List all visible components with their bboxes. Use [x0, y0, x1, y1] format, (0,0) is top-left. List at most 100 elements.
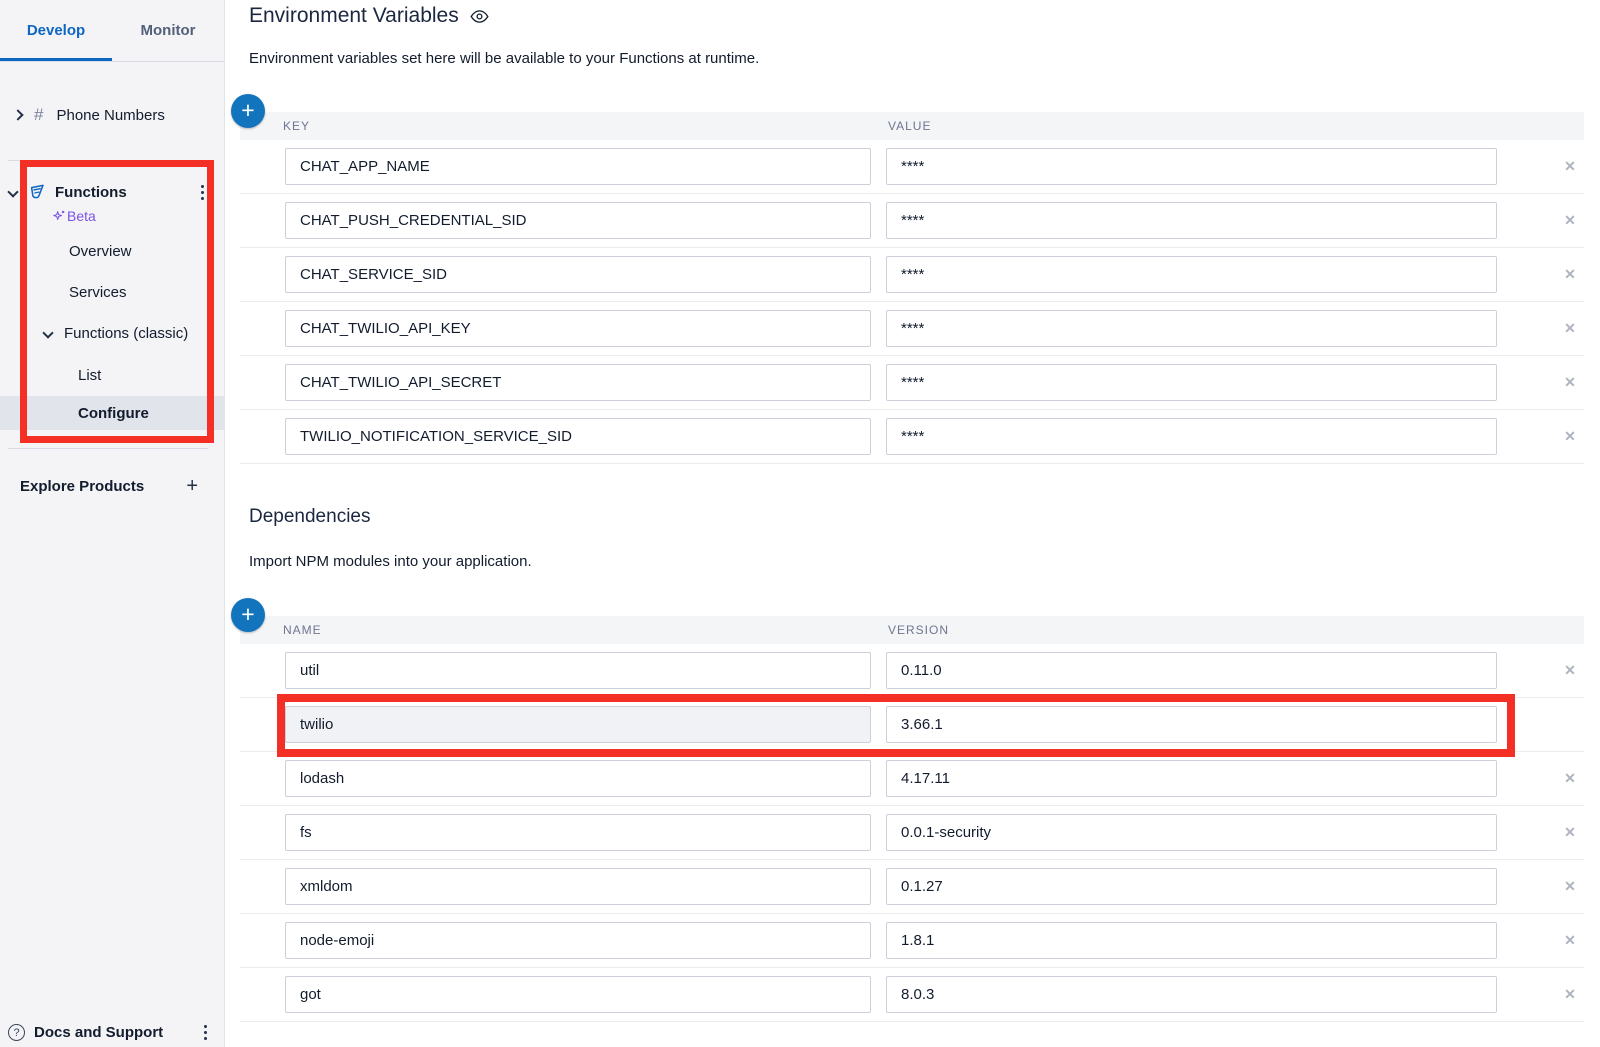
sidebar-item-docs-support[interactable]: ? Docs and Support	[0, 1018, 224, 1047]
kebab-menu-icon[interactable]	[200, 1021, 211, 1044]
deps-row-close-5[interactable]: ✕	[1556, 927, 1584, 955]
dep-version-input-3[interactable]	[886, 814, 1497, 851]
deps-table-header: NAME VERSION	[240, 616, 1584, 644]
env-title-text: Environment Variables	[249, 4, 459, 28]
deps-row-close-6[interactable]: ✕	[1556, 981, 1584, 1009]
env-value-input-2[interactable]	[886, 256, 1497, 293]
dep-version-input-1[interactable]	[886, 706, 1497, 743]
sidebar-item-configure[interactable]: Configure	[0, 396, 225, 430]
deps-row: ✕	[240, 752, 1584, 806]
sidebar-item-overview[interactable]: Overview	[0, 238, 224, 264]
dep-version-input-6[interactable]	[886, 976, 1497, 1013]
env-key-input-0[interactable]	[285, 148, 871, 185]
sidebar-item-label: Docs and Support	[34, 1024, 163, 1041]
env-row: ✕	[240, 410, 1584, 464]
env-row: ✕	[240, 140, 1584, 194]
env-value-input-3[interactable]	[886, 310, 1497, 347]
sidebar-item-label: Phone Numbers	[56, 107, 164, 124]
sidebar-divider	[8, 448, 208, 449]
explore-products-add-icon[interactable]: +	[186, 476, 198, 496]
chevron-right-icon	[12, 109, 23, 120]
dep-name-input-0[interactable]	[285, 652, 871, 689]
env-row-close-0[interactable]: ✕	[1556, 153, 1584, 181]
dep-name-input-2[interactable]	[285, 760, 871, 797]
dep-version-input-4[interactable]	[886, 868, 1497, 905]
explore-products[interactable]: Explore Products +	[0, 472, 224, 500]
chevron-down-icon	[7, 186, 18, 197]
env-key-input-2[interactable]	[285, 256, 871, 293]
env-row-close-1[interactable]: ✕	[1556, 207, 1584, 235]
env-key-input-4[interactable]	[285, 364, 871, 401]
sidebar-item-functions[interactable]: Functions	[0, 178, 224, 206]
env-value-input-5[interactable]	[886, 418, 1497, 455]
dep-version-input-0[interactable]	[886, 652, 1497, 689]
sidebar-item-list[interactable]: List	[0, 362, 224, 388]
explore-products-label: Explore Products	[20, 478, 144, 495]
env-key-input-5[interactable]	[285, 418, 871, 455]
env-table-header: KEY VALUE	[240, 112, 1584, 140]
sidebar-item-label: Functions (classic)	[64, 325, 188, 342]
env-add-button[interactable]: +	[231, 94, 265, 128]
main-content: Environment Variables Environment variab…	[226, 0, 1600, 1047]
env-value-input-4[interactable]	[886, 364, 1497, 401]
env-section-title: Environment Variables	[249, 4, 490, 28]
sidebar-item-label: Services	[69, 284, 127, 301]
env-table: + KEY VALUE ✕ ✕ ✕ ✕ ✕	[240, 112, 1584, 464]
env-col-value: VALUE	[888, 119, 931, 133]
functions-beta-badge: Beta	[0, 206, 224, 226]
deps-title-text: Dependencies	[249, 506, 370, 528]
tab-develop[interactable]: Develop	[0, 0, 112, 61]
env-row: ✕	[240, 302, 1584, 356]
sidebar-item-label: List	[78, 367, 101, 384]
env-row: ✕	[240, 248, 1584, 302]
dep-version-input-5[interactable]	[886, 922, 1497, 959]
env-key-input-1[interactable]	[285, 202, 871, 239]
deps-table: + NAME VERSION ✕ ✕ ✕ ✕	[240, 616, 1584, 1022]
deps-row-close-3[interactable]: ✕	[1556, 819, 1584, 847]
env-col-key: KEY	[283, 119, 310, 133]
env-row-close-4[interactable]: ✕	[1556, 369, 1584, 397]
kebab-menu-icon[interactable]	[197, 181, 208, 204]
eye-icon	[469, 6, 490, 27]
deps-row-close-0[interactable]: ✕	[1556, 657, 1584, 685]
env-row-close-3[interactable]: ✕	[1556, 315, 1584, 343]
env-value-input-0[interactable]	[886, 148, 1497, 185]
deps-row: ✕	[240, 914, 1584, 968]
beta-label: Beta	[67, 208, 96, 224]
sidebar-item-label: Configure	[78, 405, 149, 422]
env-section-description: Environment variables set here will be a…	[249, 50, 759, 67]
dep-name-input-6[interactable]	[285, 976, 871, 1013]
env-value-input-1[interactable]	[886, 202, 1497, 239]
deps-row: ✕	[240, 968, 1584, 1022]
deps-row: ✕	[240, 644, 1584, 698]
deps-row-close-4[interactable]: ✕	[1556, 873, 1584, 901]
help-circle-icon: ?	[8, 1024, 25, 1041]
sidebar-divider	[8, 160, 208, 161]
env-row-close-5[interactable]: ✕	[1556, 423, 1584, 451]
deps-add-button[interactable]: +	[231, 598, 265, 632]
sidebar-item-functions-classic[interactable]: Functions (classic)	[0, 320, 224, 346]
sidebar-item-label: Overview	[69, 243, 132, 260]
sidebar: Develop Monitor # Phone Numbers Function…	[0, 0, 225, 1047]
env-key-input-3[interactable]	[285, 310, 871, 347]
chevron-down-icon	[42, 327, 53, 338]
sidebar-tabbar: Develop Monitor	[0, 0, 224, 62]
deps-section-description: Import NPM modules into your application…	[249, 553, 532, 570]
deps-row-close-2[interactable]: ✕	[1556, 765, 1584, 793]
env-row-close-2[interactable]: ✕	[1556, 261, 1584, 289]
dep-name-input-5[interactable]	[285, 922, 871, 959]
deps-row: ✕	[240, 860, 1584, 914]
env-row: ✕	[240, 356, 1584, 410]
deps-col-version: VERSION	[888, 623, 949, 637]
deps-row: ✕	[240, 806, 1584, 860]
tab-monitor[interactable]: Monitor	[112, 0, 224, 61]
sidebar-item-phone-numbers[interactable]: # Phone Numbers	[0, 100, 224, 130]
env-row: ✕	[240, 194, 1584, 248]
hash-icon: #	[34, 105, 43, 125]
deps-row-twilio	[240, 698, 1584, 752]
dep-name-input-4[interactable]	[285, 868, 871, 905]
dep-version-input-2[interactable]	[886, 760, 1497, 797]
dep-name-input-3[interactable]	[285, 814, 871, 851]
sidebar-item-services[interactable]: Services	[0, 279, 224, 305]
dep-name-input-1[interactable]	[285, 706, 871, 743]
